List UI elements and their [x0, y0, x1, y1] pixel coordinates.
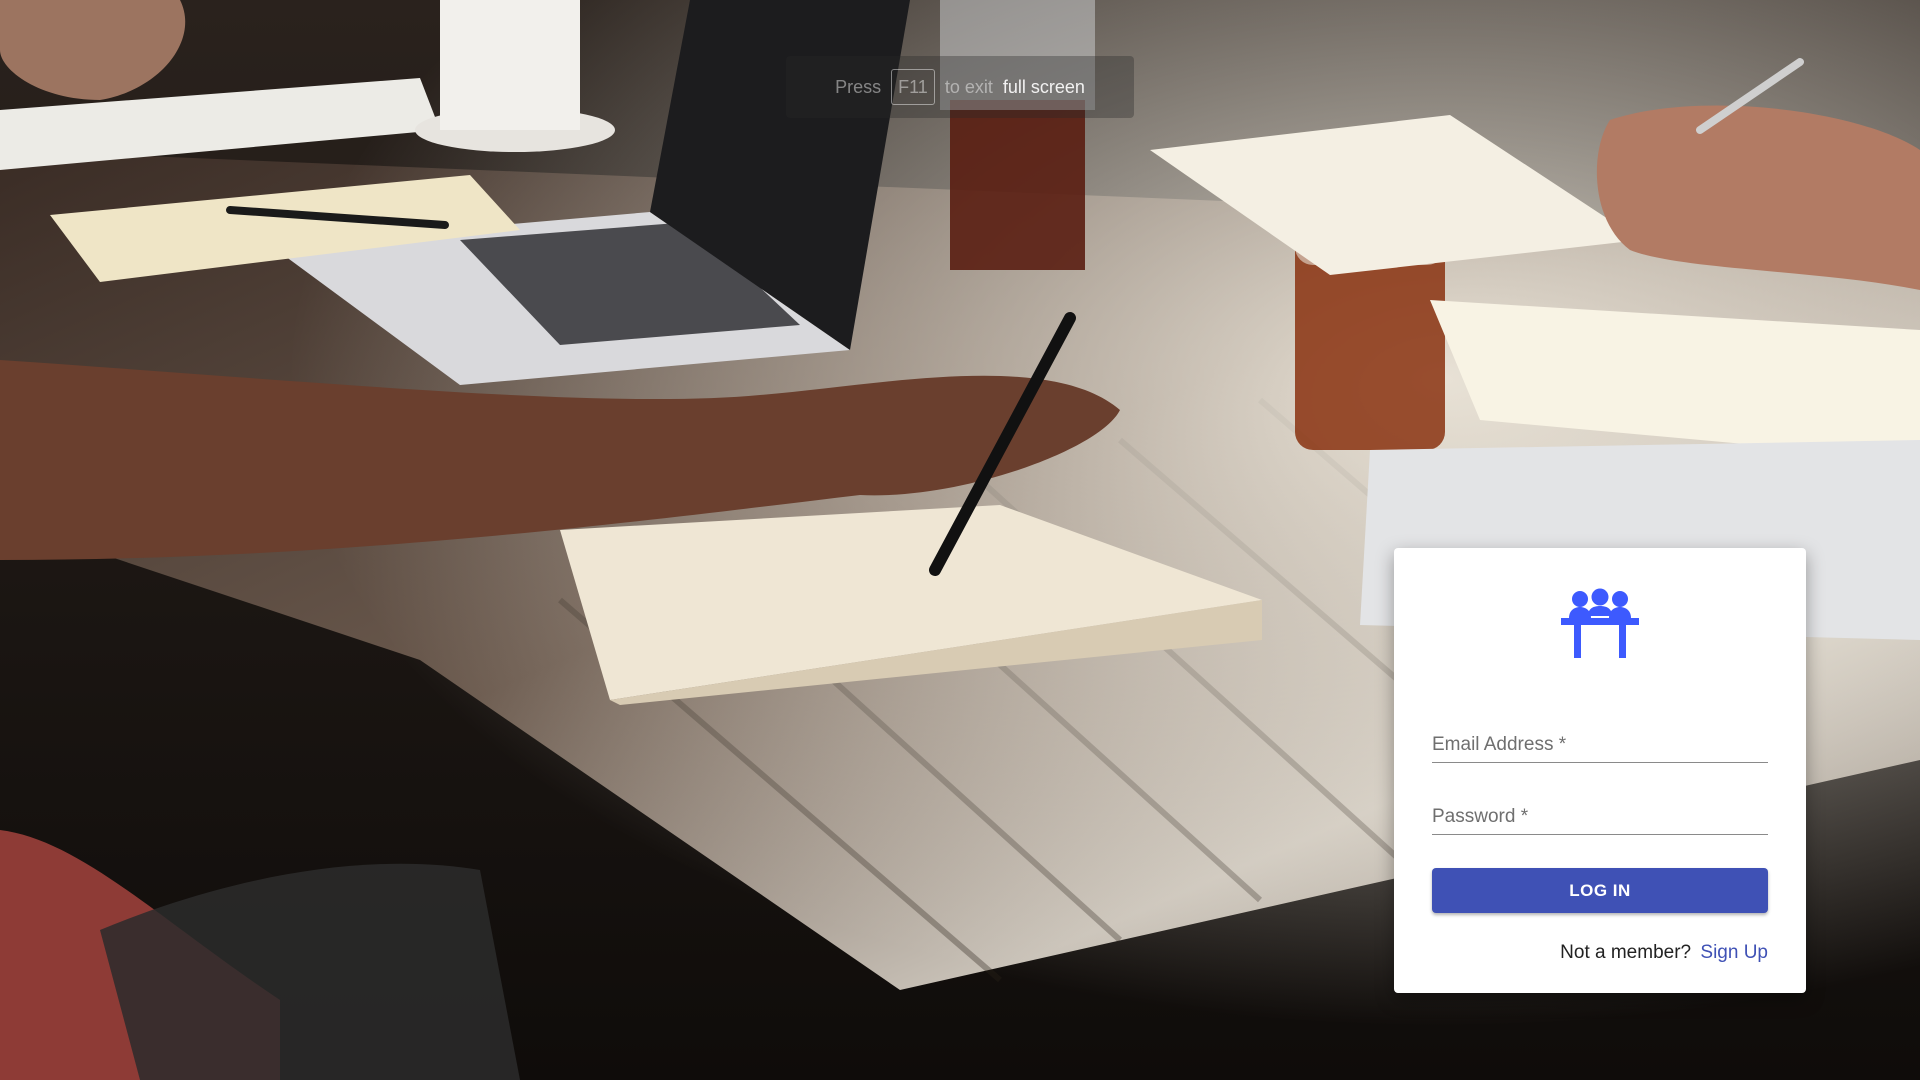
signup-link[interactable]: Sign Up [1700, 942, 1768, 963]
login-page: Press F11 to exit full screen Email Addr… [0, 0, 1920, 1080]
signup-prompt: Not a member? Sign Up [1560, 942, 1768, 964]
fullscreen-hint-key: F11 [891, 69, 935, 105]
fullscreen-hint-to-exit: to exit [944, 76, 993, 97]
fullscreen-hint-press: Press [835, 76, 882, 97]
not-member-text: Not a member? [1560, 942, 1692, 963]
password-field[interactable]: Password * [1432, 788, 1768, 835]
login-card: Email Address * Password * LOG IN Not a … [1394, 548, 1806, 993]
fullscreen-hint-full-screen: full screen [1002, 76, 1085, 97]
team-meeting-icon [1561, 588, 1639, 658]
email-field[interactable]: Email Address * [1432, 716, 1768, 763]
login-button[interactable]: LOG IN [1432, 868, 1768, 913]
fullscreen-hint: Press F11 to exit full screen [786, 56, 1134, 118]
password-field-label: Password * [1432, 806, 1529, 827]
email-field-label: Email Address * [1432, 734, 1567, 755]
